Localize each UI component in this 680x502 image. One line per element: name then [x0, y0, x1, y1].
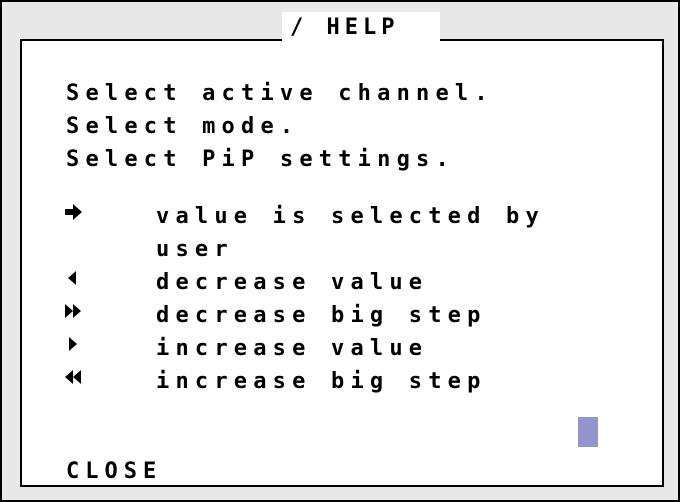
selection-cursor: [578, 417, 598, 447]
dialog-title: / HELP: [290, 15, 400, 40]
legend-text: decrease value: [156, 270, 429, 295]
legend-text: value is selected by: [156, 204, 545, 229]
legend-text: increase big step: [156, 369, 487, 394]
triangle-left-icon: [68, 271, 76, 285]
legend-text: decrease big step: [156, 303, 487, 328]
arrow-right-icon: [65, 204, 82, 220]
help-panel: Select active channel. Select mode. Sele…: [20, 39, 664, 487]
legend-text: user: [156, 237, 234, 262]
title-tab: / HELP: [282, 12, 440, 42]
triangle-right-icon: [69, 337, 77, 351]
instruction-line: Select PiP settings.: [66, 147, 455, 172]
double-triangle-right-icon: [65, 304, 81, 318]
legend-text: increase value: [156, 336, 429, 361]
instruction-line: Select mode.: [66, 114, 300, 139]
double-triangle-left-icon: [65, 370, 81, 384]
instruction-line: Select active channel.: [66, 81, 494, 106]
close-button[interactable]: CLOSE: [66, 459, 162, 485]
help-dialog: Select active channel. Select mode. Sele…: [0, 0, 680, 502]
